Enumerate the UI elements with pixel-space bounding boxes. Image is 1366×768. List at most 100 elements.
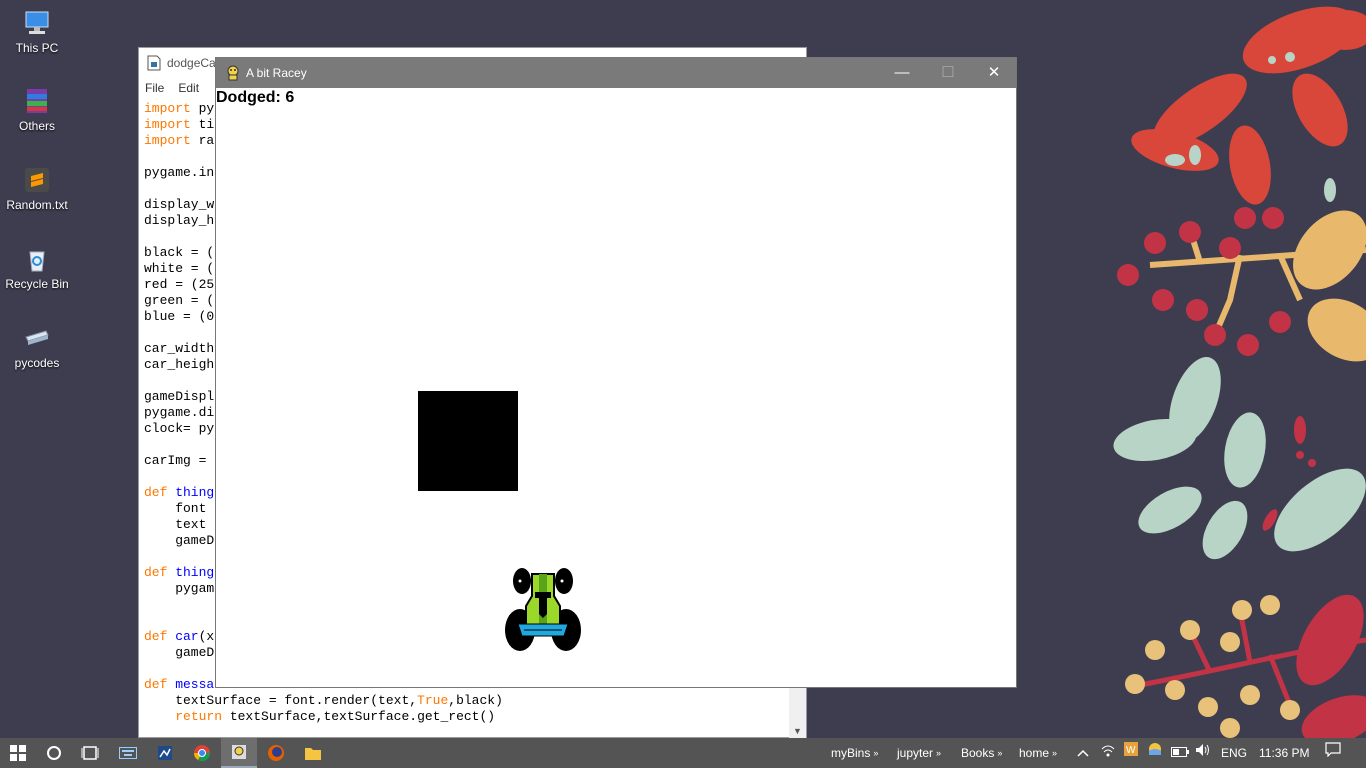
battery-icon <box>1171 747 1189 757</box>
code-function-name: messa <box>167 677 215 692</box>
firefox-icon <box>268 745 284 761</box>
code-text: black = ( <box>144 245 215 260</box>
toolbar-books[interactable]: Books» <box>961 738 1002 768</box>
taskbar-file-explorer[interactable] <box>295 738 331 768</box>
code-keyword: import <box>144 101 191 116</box>
toolbar-home[interactable]: home» <box>1019 738 1057 768</box>
toolbar-mybins[interactable]: myBins» <box>831 738 878 768</box>
desktop-icon-this-pc[interactable]: This PC <box>0 8 74 55</box>
tray-weather-app[interactable] <box>1147 738 1163 768</box>
battery-button[interactable] <box>1171 738 1189 768</box>
code-text: car_width <box>144 341 215 356</box>
search-button[interactable] <box>36 738 72 768</box>
close-button[interactable]: ✕ <box>971 58 1017 88</box>
windows-logo-icon <box>10 745 26 761</box>
desktop-icon-label: This PC <box>15 41 59 55</box>
wifi-icon <box>1101 745 1115 757</box>
toolbar-jupyter[interactable]: jupyter» <box>897 738 941 768</box>
tray-word-app[interactable]: W <box>1123 738 1139 768</box>
falling-block <box>418 391 518 491</box>
maximize-button[interactable]: ☐ <box>925 58 971 88</box>
code-text: gameD <box>144 645 215 660</box>
volume-button[interactable] <box>1195 738 1211 768</box>
code-text: text <box>144 517 215 532</box>
desktop-icon-label: pycodes <box>14 356 60 370</box>
taskbar-paint-app[interactable] <box>147 738 183 768</box>
desktop-icon-others[interactable]: Others <box>0 86 74 133</box>
input-language[interactable]: ENG <box>1221 738 1247 768</box>
word-icon: W <box>1124 742 1138 756</box>
folder-icon <box>305 748 321 760</box>
code-function-name: thing <box>167 485 215 500</box>
computer-icon <box>25 11 49 34</box>
task-view-icon <box>81 746 99 760</box>
start-button[interactable] <box>0 738 36 768</box>
code-keyword: def <box>144 629 168 644</box>
desktop-icon-pycodes[interactable]: pycodes <box>0 323 74 370</box>
racer-car-sprite <box>505 568 581 651</box>
desktop-icon-label: Recycle Bin <box>5 277 69 291</box>
task-view-button[interactable] <box>72 738 108 768</box>
chevron-up-icon <box>1077 749 1089 757</box>
dodged-score: Dodged: 6 <box>216 89 295 106</box>
menu-file[interactable]: File <box>145 78 164 98</box>
python-file-icon <box>147 55 161 71</box>
code-text: (x <box>198 629 215 644</box>
code-function-name: thing <box>167 565 215 580</box>
clock[interactable]: 11:36 PM <box>1259 738 1309 768</box>
minimize-button[interactable]: — <box>879 58 925 88</box>
code-text: red = (25 <box>144 277 215 292</box>
keyboard-icon <box>119 747 137 759</box>
code-text: white = ( <box>144 261 215 276</box>
recycle-bin-icon <box>29 251 45 272</box>
code-text: ra <box>190 133 215 148</box>
desktop-icon-recycle-bin[interactable]: Recycle Bin <box>0 244 74 291</box>
code-text: carImg = <box>144 453 215 468</box>
code-text: gameD <box>144 533 215 548</box>
idle-window-title: dodgeCa <box>167 56 216 70</box>
code-text: clock= py <box>144 421 215 436</box>
network-button[interactable] <box>1100 738 1116 768</box>
desktop-icon-label: Others <box>18 119 55 133</box>
chrome-icon <box>193 745 211 762</box>
game-title-bar[interactable]: A bit Racey — ☐ ✕ <box>216 58 1016 88</box>
desktop-icon-random-txt[interactable]: Random.txt <box>0 165 74 212</box>
code-text: ,black) <box>448 693 503 708</box>
menu-edit[interactable]: Edit <box>178 78 199 98</box>
code-text: green = ( <box>144 293 215 308</box>
folder-icon <box>25 330 49 345</box>
show-hidden-icons-button[interactable] <box>1077 738 1089 768</box>
code-text: ti <box>190 117 215 132</box>
taskbar-firefox[interactable] <box>258 738 294 768</box>
code-text: gameDispl <box>144 389 215 404</box>
scroll-down-icon[interactable]: ▼ <box>793 726 802 736</box>
action-center-button[interactable] <box>1325 738 1341 768</box>
toolbar-mybins-label: myBins <box>831 746 871 760</box>
taskbar-keyboard-app[interactable] <box>110 738 146 768</box>
taskbar-chrome[interactable] <box>184 738 220 768</box>
game-window-title: A bit Racey <box>246 66 307 80</box>
code-keyword: def <box>144 677 168 692</box>
pygame-snake-icon <box>227 65 239 81</box>
winrar-icon <box>27 89 47 113</box>
code-keyword: def <box>144 565 168 580</box>
code-function-name: car <box>167 629 199 644</box>
code-text: blue = (0 <box>144 309 215 324</box>
desktop-icon-label: Random.txt <box>6 198 68 212</box>
code-text: display_h <box>144 213 215 228</box>
code-line: return textSurface,textSurface.get_rect(… <box>144 709 503 725</box>
taskbar-pygame[interactable] <box>221 738 257 768</box>
game-window[interactable]: A bit Racey — ☐ ✕ Dodged: 6 <box>215 57 1017 688</box>
code-text: pygame.di <box>144 405 215 420</box>
speaker-icon <box>1196 744 1209 756</box>
